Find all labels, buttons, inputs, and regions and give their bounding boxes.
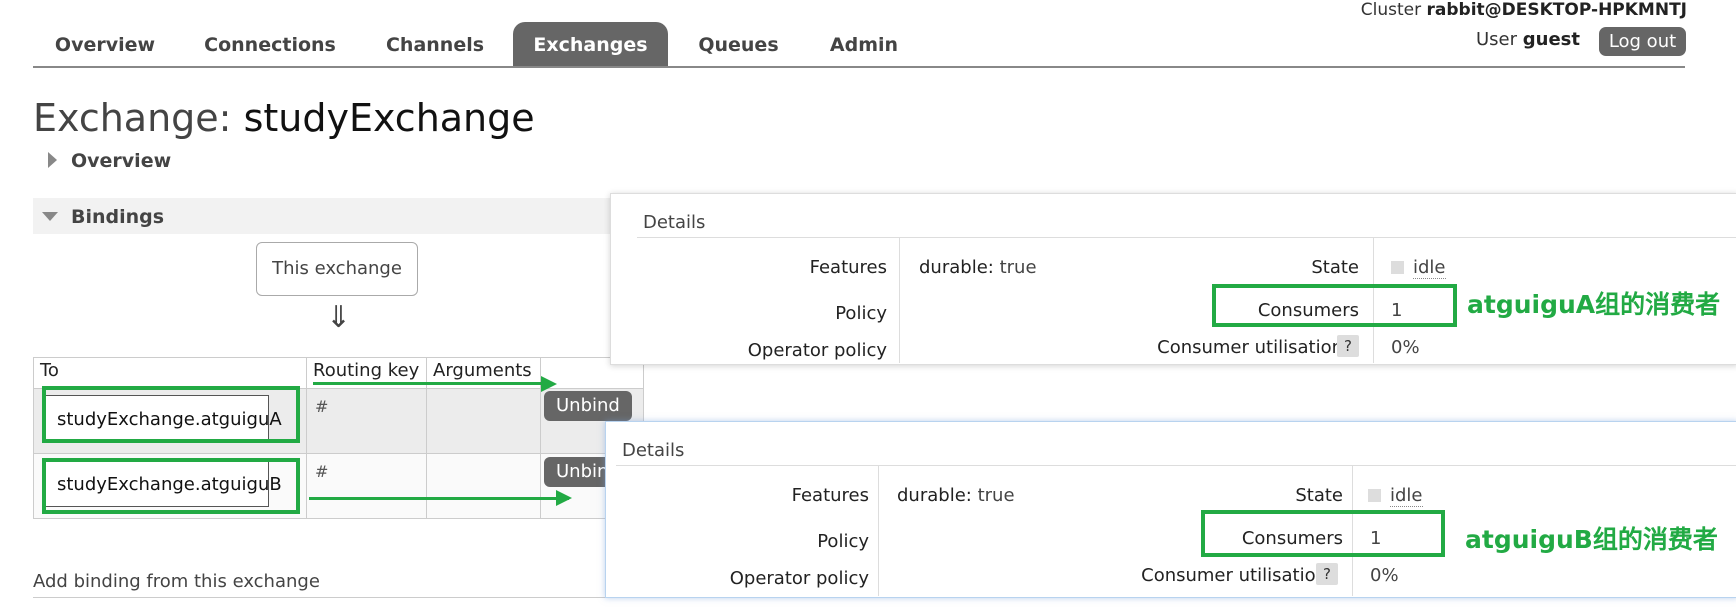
state-value: idle (1413, 257, 1446, 279)
page-title: Exchange: studyExchange (33, 96, 535, 140)
annotation-arrow-head (556, 490, 572, 506)
expand-icon[interactable] (48, 152, 57, 168)
cluster-label: Cluster (1360, 0, 1422, 20)
annotation-arrow-head (541, 376, 557, 392)
queue-b-details-panel: Details Features durable: true Policy Op… (605, 421, 1736, 598)
features-label: Features (791, 485, 869, 506)
policy-label: Policy (835, 303, 887, 324)
nav-divider (33, 66, 1685, 68)
arguments-cell (426, 453, 541, 519)
details-title: Details (622, 440, 685, 461)
consumer-utilisation-label: Consumer utilisation (1141, 565, 1327, 586)
consumer-utilisation-label: Consumer utilisation (1157, 337, 1343, 358)
overview-section-toggle[interactable]: Overview (71, 150, 171, 172)
annotation-arrow-line (309, 497, 569, 500)
features-value: durable: true (919, 257, 1037, 278)
state-label: State (1295, 485, 1343, 506)
divider (33, 597, 613, 598)
operator-policy-label: Operator policy (747, 340, 887, 361)
logout-button[interactable]: Log out (1599, 27, 1686, 56)
annotation-label-b: atguiguB组的消费者 (1465, 525, 1718, 554)
divider (637, 237, 1736, 238)
user-info: User guest (1476, 29, 1580, 50)
state-indicator-icon (1391, 261, 1404, 274)
bindings-section-toggle[interactable]: Bindings (71, 206, 164, 228)
column-header-to: To (33, 357, 307, 389)
state-value: idle (1390, 485, 1423, 507)
divider (616, 465, 1736, 466)
durable-value: true (999, 257, 1037, 278)
consumer-utilisation-value: 0% (1391, 337, 1420, 358)
routing-key: # (315, 462, 329, 481)
add-binding-section[interactable]: Add binding from this exchange (33, 571, 320, 592)
routing-key-cell: # (306, 453, 427, 519)
cluster-info: Cluster rabbit@DESKTOP-HPKMNTJ (1361, 0, 1687, 20)
tab-queues[interactable]: Queues (690, 22, 787, 66)
routing-key-cell: # (306, 388, 427, 454)
tab-overview[interactable]: Overview (40, 22, 170, 66)
features-key: durable: (897, 485, 972, 506)
features-label: Features (809, 257, 887, 278)
help-icon[interactable]: ? (1316, 563, 1338, 585)
tab-admin[interactable]: Admin (820, 22, 908, 66)
divider (899, 237, 900, 363)
annotation-highlight (42, 386, 300, 443)
features-key: durable: (919, 257, 994, 278)
annotation-highlight (1212, 284, 1457, 327)
user-label: User (1476, 29, 1518, 50)
page-title-prefix: Exchange: (33, 96, 232, 140)
tab-connections[interactable]: Connections (196, 22, 344, 66)
consumer-utilisation-value: 0% (1370, 565, 1399, 586)
details-title: Details (643, 212, 706, 233)
tab-channels[interactable]: Channels (374, 22, 496, 66)
this-exchange-box: This exchange (256, 242, 418, 296)
cluster-name: rabbit@DESKTOP-HPKMNTJ (1426, 0, 1687, 20)
durable-value: true (977, 485, 1015, 506)
state-label: State (1311, 257, 1359, 278)
collapse-icon[interactable] (42, 212, 58, 221)
down-arrow-icon: ⇓ (326, 300, 352, 335)
policy-label: Policy (817, 531, 869, 552)
exchange-name: studyExchange (243, 96, 535, 140)
features-value: durable: true (897, 485, 1015, 506)
unbind-button[interactable]: Unbind (544, 391, 632, 421)
tab-exchanges[interactable]: Exchanges (513, 22, 668, 66)
divider (878, 465, 879, 596)
annotation-arrow-line (313, 382, 543, 385)
annotation-label-a: atguiguA组的消费者 (1467, 290, 1721, 319)
annotation-highlight (42, 458, 300, 514)
arguments-cell (426, 388, 541, 454)
annotation-highlight (1201, 510, 1445, 557)
routing-key: # (315, 397, 329, 416)
user-name: guest (1522, 29, 1580, 50)
queue-a-details-panel: Details Features durable: true Policy Op… (610, 193, 1736, 365)
operator-policy-label: Operator policy (729, 568, 869, 589)
help-icon[interactable]: ? (1337, 335, 1359, 357)
state-indicator-icon (1368, 489, 1381, 502)
